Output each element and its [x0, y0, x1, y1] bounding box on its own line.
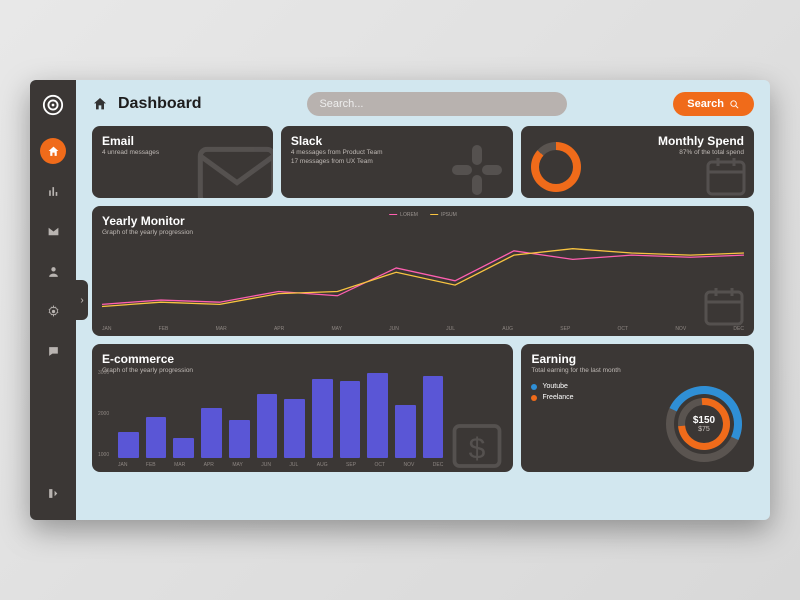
legend-dot-icon — [531, 384, 537, 390]
card-slack[interactable]: Slack 4 messages from Product Team 17 me… — [281, 126, 514, 198]
slack-icon — [447, 140, 507, 198]
logo-icon — [42, 94, 64, 116]
ecommerce-bar-chart — [118, 370, 443, 458]
search-input[interactable] — [307, 92, 567, 116]
card-title: Earning — [531, 352, 744, 366]
nav-mail-icon[interactable] — [40, 218, 66, 244]
main-panel: Dashboard Search Email 4 unread messages… — [76, 80, 770, 520]
card-yearly-monitor[interactable]: Yearly Monitor Graph of the yearly progr… — [92, 206, 754, 336]
calendar-icon — [702, 152, 750, 198]
card-ecommerce[interactable]: E-commerce Graph of the yearly progressi… — [92, 344, 513, 472]
page-title: Dashboard — [118, 95, 202, 113]
nav-chart-icon[interactable] — [40, 178, 66, 204]
search-icon — [729, 99, 740, 110]
legend-dot-icon — [531, 395, 537, 401]
card-sub: Graph of the yearly progression — [102, 228, 744, 237]
card-title: E-commerce — [102, 352, 503, 366]
card-sub: Total earning for the last month — [531, 366, 744, 375]
earning-value: $150 — [693, 415, 715, 426]
nav-user-icon[interactable] — [40, 258, 66, 284]
yearly-line-chart — [102, 238, 744, 324]
logout-icon[interactable] — [40, 480, 66, 506]
earning-donut-chart: $150 $75 — [666, 386, 742, 462]
card-grid: Email 4 unread messages Slack 4 messages… — [92, 126, 754, 506]
search-button-label: Search — [687, 98, 724, 110]
monthly-value: $378 — [531, 142, 581, 192]
y-axis: 3000 2000 1000 — [98, 370, 109, 458]
search-button[interactable]: Search — [673, 92, 754, 116]
top-bar: Dashboard Search — [92, 92, 754, 116]
calendar-icon — [700, 282, 748, 330]
card-email[interactable]: Email 4 unread messages — [92, 126, 273, 198]
nav-home-icon[interactable] — [40, 138, 66, 164]
card-monthly-spend[interactable]: Monthly Spend 87% of the total spend $37… — [521, 126, 754, 198]
nav-gear-icon[interactable] — [40, 298, 66, 324]
monthly-donut-chart: $378 — [531, 142, 581, 192]
x-axis-months: JANFEBMARAPRMAYJUNJULAUGSEPOCTNOVDEC — [118, 462, 443, 468]
svg-text:$: $ — [469, 433, 486, 466]
nav-chat-icon[interactable] — [40, 338, 66, 364]
x-axis-months: JANFEBMARAPRMAYJUNJULAUGSEPOCTNOVDEC — [102, 326, 744, 332]
breadcrumb-home-icon[interactable] — [92, 96, 108, 112]
dollar-icon: $ — [447, 416, 507, 472]
earning-sub-value: $75 — [698, 426, 710, 434]
chart-legend: LOREM IPSUM — [389, 212, 457, 218]
app-window: › Dashboard Search Email 4 unread messag… — [30, 80, 770, 520]
envelope-icon — [197, 146, 273, 198]
sidebar — [30, 80, 76, 520]
sidebar-expand-handle[interactable]: › — [76, 280, 88, 320]
card-earning[interactable]: Earning Total earning for the last month… — [521, 344, 754, 472]
